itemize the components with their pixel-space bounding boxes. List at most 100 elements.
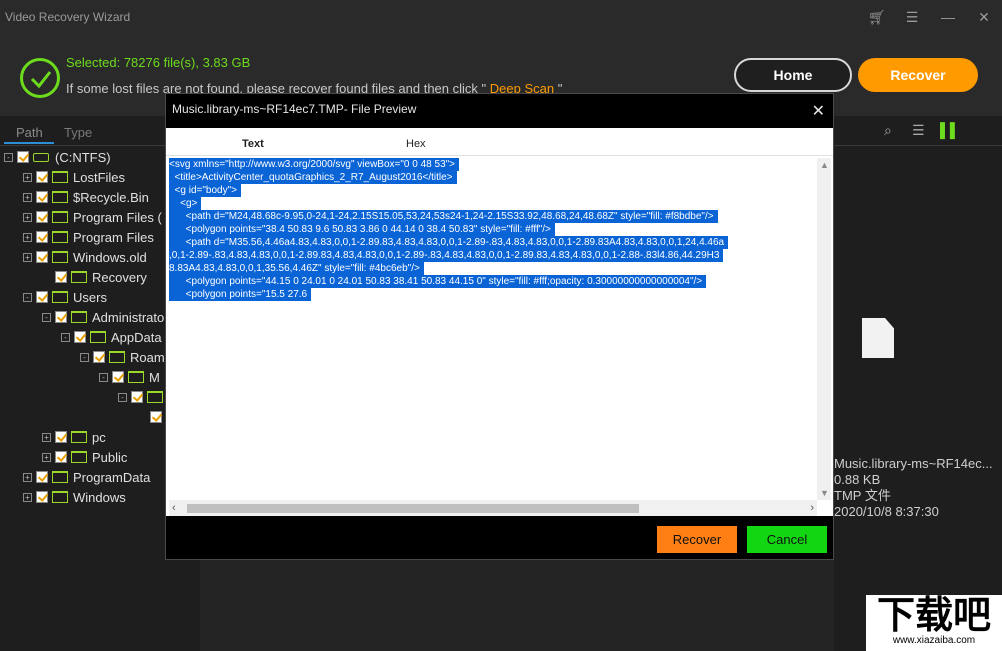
scroll-up-icon[interactable]: ▲ [820,160,829,170]
tree-checkbox[interactable] [93,351,105,363]
tree-node-label: ProgramData [73,469,151,485]
tree-node[interactable]: - (C:NTFS) [4,148,111,166]
expand-icon[interactable]: + [23,472,32,482]
recover-button[interactable]: Recover [858,58,978,92]
tab-type[interactable]: Type [64,125,92,140]
tree-node[interactable]: - [118,388,168,406]
app-title: Video Recovery Wizard [5,10,131,24]
tree-checkbox[interactable] [36,211,48,223]
expand-icon[interactable]: + [23,172,32,182]
collapse-icon[interactable]: - [118,392,127,402]
expand-icon[interactable]: + [42,432,51,442]
expand-icon[interactable]: + [23,492,32,502]
code-line: <svg xmlns="http://www.w3.org/2000/svg" … [169,158,460,171]
code-line: <polygon points="15.5 27.6 [169,288,312,301]
tree-node-label: Public [92,449,128,465]
list-view-icon[interactable]: ☰ [912,122,925,139]
folder-icon [71,451,87,463]
folder-icon [71,431,87,443]
tree-checkbox[interactable] [36,231,48,243]
tree-checkbox[interactable] [74,331,86,343]
expand-icon[interactable]: + [42,452,51,462]
collapse-icon[interactable]: - [4,152,13,162]
tree-node[interactable]: + $Recycle.Bin [23,188,149,206]
tree-node-label: M [149,369,160,385]
tree-node-label: Program Files [73,229,154,245]
collapse-icon[interactable]: - [61,332,70,342]
dialog-cancel-button[interactable]: Cancel [747,526,827,553]
tree-node[interactable]: - AppData [61,328,162,346]
tab-path[interactable]: Path [16,125,43,140]
tree-checkbox[interactable] [55,311,67,323]
tree-node[interactable]: + Program Files [23,228,154,246]
tree-node[interactable]: - Users [23,288,107,306]
collapse-icon[interactable]: - [99,372,108,382]
tree-node[interactable]: + Public [42,448,127,466]
tree-checkbox[interactable] [36,171,48,183]
tree-node[interactable]: + pc [42,428,106,446]
detail-view-icon[interactable]: ▌▌ [940,122,960,138]
search-icon[interactable]: ⌕ [884,122,892,139]
tree-node-label: LostFiles [73,169,126,185]
collapse-icon[interactable]: - [23,292,32,302]
collapse-icon[interactable]: - [42,312,51,322]
dialog-footer: Recover Cancel [166,516,833,559]
tab-text[interactable]: Text [242,138,264,150]
watermark-logo: 下载吧 www.xiazaiba.com [866,595,1002,651]
code-line: <polygon points="38.4 50.83 9.6 50.83 3.… [169,223,555,236]
tree-checkbox[interactable] [17,151,29,163]
tree-node[interactable]: Recovery [42,268,147,286]
tree-checkbox[interactable] [36,291,48,303]
tree-checkbox[interactable] [150,411,162,423]
tree-checkbox[interactable] [112,371,124,383]
dialog-recover-button[interactable]: Recover [657,526,737,553]
scroll-down-icon[interactable]: ▼ [820,488,829,498]
collapse-icon[interactable]: - [80,352,89,362]
tree-node[interactable]: - Administrato [42,308,164,326]
scroll-right-icon[interactable]: › [810,502,814,514]
expand-icon[interactable]: + [23,192,32,202]
tab-hex[interactable]: Hex [406,138,426,150]
folder-icon [52,171,68,183]
tree-checkbox[interactable] [55,451,67,463]
close-window-icon[interactable]: ✕ [976,9,992,26]
vertical-scrollbar[interactable]: ▲ ▼ [817,158,831,500]
active-tab-indicator [4,142,54,144]
tree-checkbox[interactable] [36,251,48,263]
text-preview-area[interactable]: <svg xmlns="http://www.w3.org/2000/svg" … [169,158,817,500]
expand-icon[interactable]: + [23,212,32,222]
tree-node[interactable]: + Windows.old [23,248,147,266]
tree-checkbox[interactable] [36,471,48,483]
watermark-text: 下载吧 [876,593,991,637]
dialog-close-icon[interactable]: ✕ [812,101,825,121]
tree-checkbox[interactable] [36,491,48,503]
tree-node[interactable]: + ProgramData [23,468,150,486]
drive-icon [33,152,49,162]
scroll-left-icon[interactable]: ‹ [172,502,176,514]
home-button[interactable]: Home [734,58,852,92]
tree-checkbox[interactable] [55,431,67,443]
tree-checkbox[interactable] [55,271,67,283]
tree-node[interactable]: + Windows [23,488,126,506]
minimize-icon[interactable]: — [940,9,956,26]
tree-node[interactable]: + Program Files ( [23,208,162,226]
cart-icon[interactable]: 🛒︎ [868,9,886,26]
tree-checkbox[interactable] [131,391,143,403]
folder-icon [147,391,163,403]
tree-node[interactable] [137,408,166,426]
expand-icon[interactable]: + [23,232,32,242]
success-check-icon [20,58,60,98]
scrollbar-thumb[interactable] [187,504,639,513]
code-line: <path d="M24,48.68c-9.95,0-24,1-24,2.15S… [169,210,718,223]
tree-node[interactable]: + LostFiles [23,168,125,186]
horizontal-scrollbar[interactable]: ‹ › [169,500,817,516]
menu-icon[interactable]: ☰ [904,9,920,26]
tree-node[interactable]: -M [99,368,160,386]
tree-node[interactable]: - Roam [80,348,165,366]
title-bar: Video Recovery Wizard 🛒︎ ☰ — ✕ [0,0,1002,36]
tree-node-label: Roam [130,349,165,365]
expand-icon[interactable]: + [23,252,32,262]
tree-node-label: Administrato [92,309,165,325]
file-thumbnail-icon [862,318,894,358]
tree-checkbox[interactable] [36,191,48,203]
